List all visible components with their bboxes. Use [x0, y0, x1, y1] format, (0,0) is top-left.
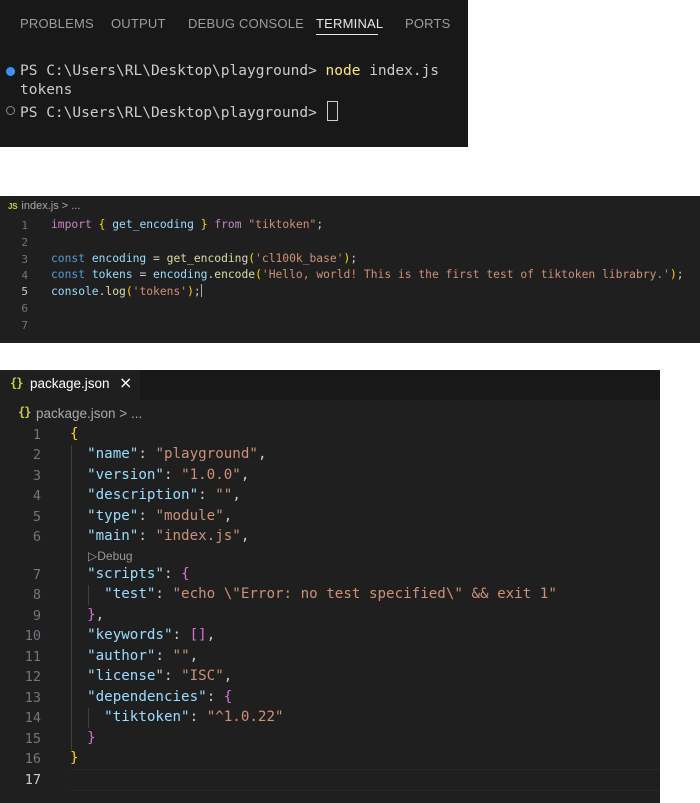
- line-number: 8: [32, 587, 41, 603]
- active-tab-indicator: [316, 34, 378, 35]
- code-line-3[interactable]: "version": "1.0.0",: [70, 467, 249, 483]
- command-pending-dot-icon[interactable]: [6, 106, 15, 115]
- code-line-5[interactable]: console.log('tokens');: [51, 284, 202, 298]
- line-number: 2: [21, 236, 28, 249]
- line-number: 1: [32, 427, 41, 443]
- tab-package-json[interactable]: {} package.json ×: [0, 370, 140, 400]
- editor-tab-strip: {} package.json ×: [0, 370, 660, 400]
- code-line-11[interactable]: "author": "",: [70, 648, 198, 664]
- line-number-current: 5: [21, 285, 28, 298]
- line-number: 1: [21, 219, 28, 232]
- indexjs-editor: JS index.js > ... 1 2 3 4 5 6 7 import { …: [0, 196, 700, 343]
- line-number: 6: [32, 529, 41, 545]
- code-line-16[interactable]: }: [70, 750, 79, 766]
- code-line-6[interactable]: "main": "index.js",: [70, 528, 249, 544]
- line-number: 14: [24, 710, 41, 726]
- line-number: 10: [24, 628, 41, 644]
- panel-tab-bar: PROBLEMS OUTPUT DEBUG CONSOLE TERMINAL P…: [0, 0, 468, 46]
- terminal-cursor: [326, 101, 338, 121]
- line-number: 6: [21, 302, 28, 315]
- line-number: 9: [32, 608, 41, 624]
- tab-problems[interactable]: PROBLEMS: [20, 16, 94, 31]
- code-line-8[interactable]: "test": "echo \"Error: no test specified…: [70, 586, 557, 602]
- json-file-icon: {}: [10, 376, 23, 390]
- terminal-line-1: PS C:\Users\RL\Desktop\playground> node …: [20, 63, 440, 79]
- line-number: 5: [32, 509, 41, 525]
- package-json-editor: {} package.json × {} package.json > ... …: [0, 370, 660, 803]
- breadcrumb[interactable]: package.json > ...: [36, 406, 142, 421]
- line-number: 7: [32, 567, 41, 583]
- json-file-icon: {}: [18, 405, 31, 419]
- code-line-10[interactable]: "keywords": [],: [70, 627, 215, 643]
- debug-codelens[interactable]: ▷Debug: [88, 549, 133, 563]
- code-line-7[interactable]: "scripts": {: [70, 566, 190, 582]
- line-number: 15: [24, 731, 41, 747]
- line-number: 13: [24, 690, 41, 706]
- code-line-2[interactable]: "name": "playground",: [70, 446, 266, 462]
- line-number: 12: [24, 669, 41, 685]
- code-line-4[interactable]: const tokens = encoding.encode('Hello, w…: [51, 268, 684, 281]
- code-line-15[interactable]: }: [70, 730, 96, 746]
- text-caret: [200, 284, 202, 297]
- code-line-1[interactable]: import { get_encoding } from "tiktoken";: [51, 218, 323, 231]
- code-line-13[interactable]: "dependencies": {: [70, 689, 232, 705]
- terminal-panel: PROBLEMS OUTPUT DEBUG CONSOLE TERMINAL P…: [0, 0, 468, 147]
- js-file-icon: JS: [8, 202, 18, 211]
- code-line-14[interactable]: "tiktoken": "^1.0.22": [70, 709, 283, 725]
- tab-output[interactable]: OUTPUT: [111, 16, 166, 31]
- code-line-4[interactable]: "description": "",: [70, 487, 241, 503]
- line-number: 4: [32, 488, 41, 504]
- code-line-9[interactable]: },: [70, 607, 104, 623]
- breadcrumb[interactable]: JS index.js > ...: [8, 200, 80, 212]
- command-success-dot-icon[interactable]: [6, 67, 15, 76]
- code-line-3[interactable]: const encoding = get_encoding('cl100k_ba…: [51, 252, 357, 265]
- line-number: 2: [32, 447, 41, 463]
- tab-debug-console[interactable]: DEBUG CONSOLE: [188, 16, 304, 31]
- terminal-line-3[interactable]: PS C:\Users\RL\Desktop\playground>: [20, 101, 338, 123]
- line-number: 11: [24, 649, 41, 665]
- line-number: 16: [24, 751, 41, 767]
- terminal-output: tokens: [20, 82, 73, 98]
- code-line-1[interactable]: {: [70, 426, 79, 442]
- line-number: 7: [21, 319, 28, 332]
- line-number: 3: [21, 253, 28, 266]
- tab-label: package.json: [30, 376, 110, 391]
- line-number: 3: [32, 468, 41, 484]
- code-line-12[interactable]: "license": "ISC",: [70, 668, 232, 684]
- code-line-5[interactable]: "type": "module",: [70, 508, 232, 524]
- current-line-highlight: [70, 769, 660, 791]
- tab-terminal[interactable]: TERMINAL: [316, 16, 383, 31]
- tab-ports[interactable]: PORTS: [405, 16, 451, 31]
- line-number: 4: [21, 269, 28, 282]
- breadcrumb-path: index.js > ...: [21, 200, 81, 212]
- line-number-current: 17: [24, 772, 41, 788]
- close-icon[interactable]: ×: [119, 373, 132, 392]
